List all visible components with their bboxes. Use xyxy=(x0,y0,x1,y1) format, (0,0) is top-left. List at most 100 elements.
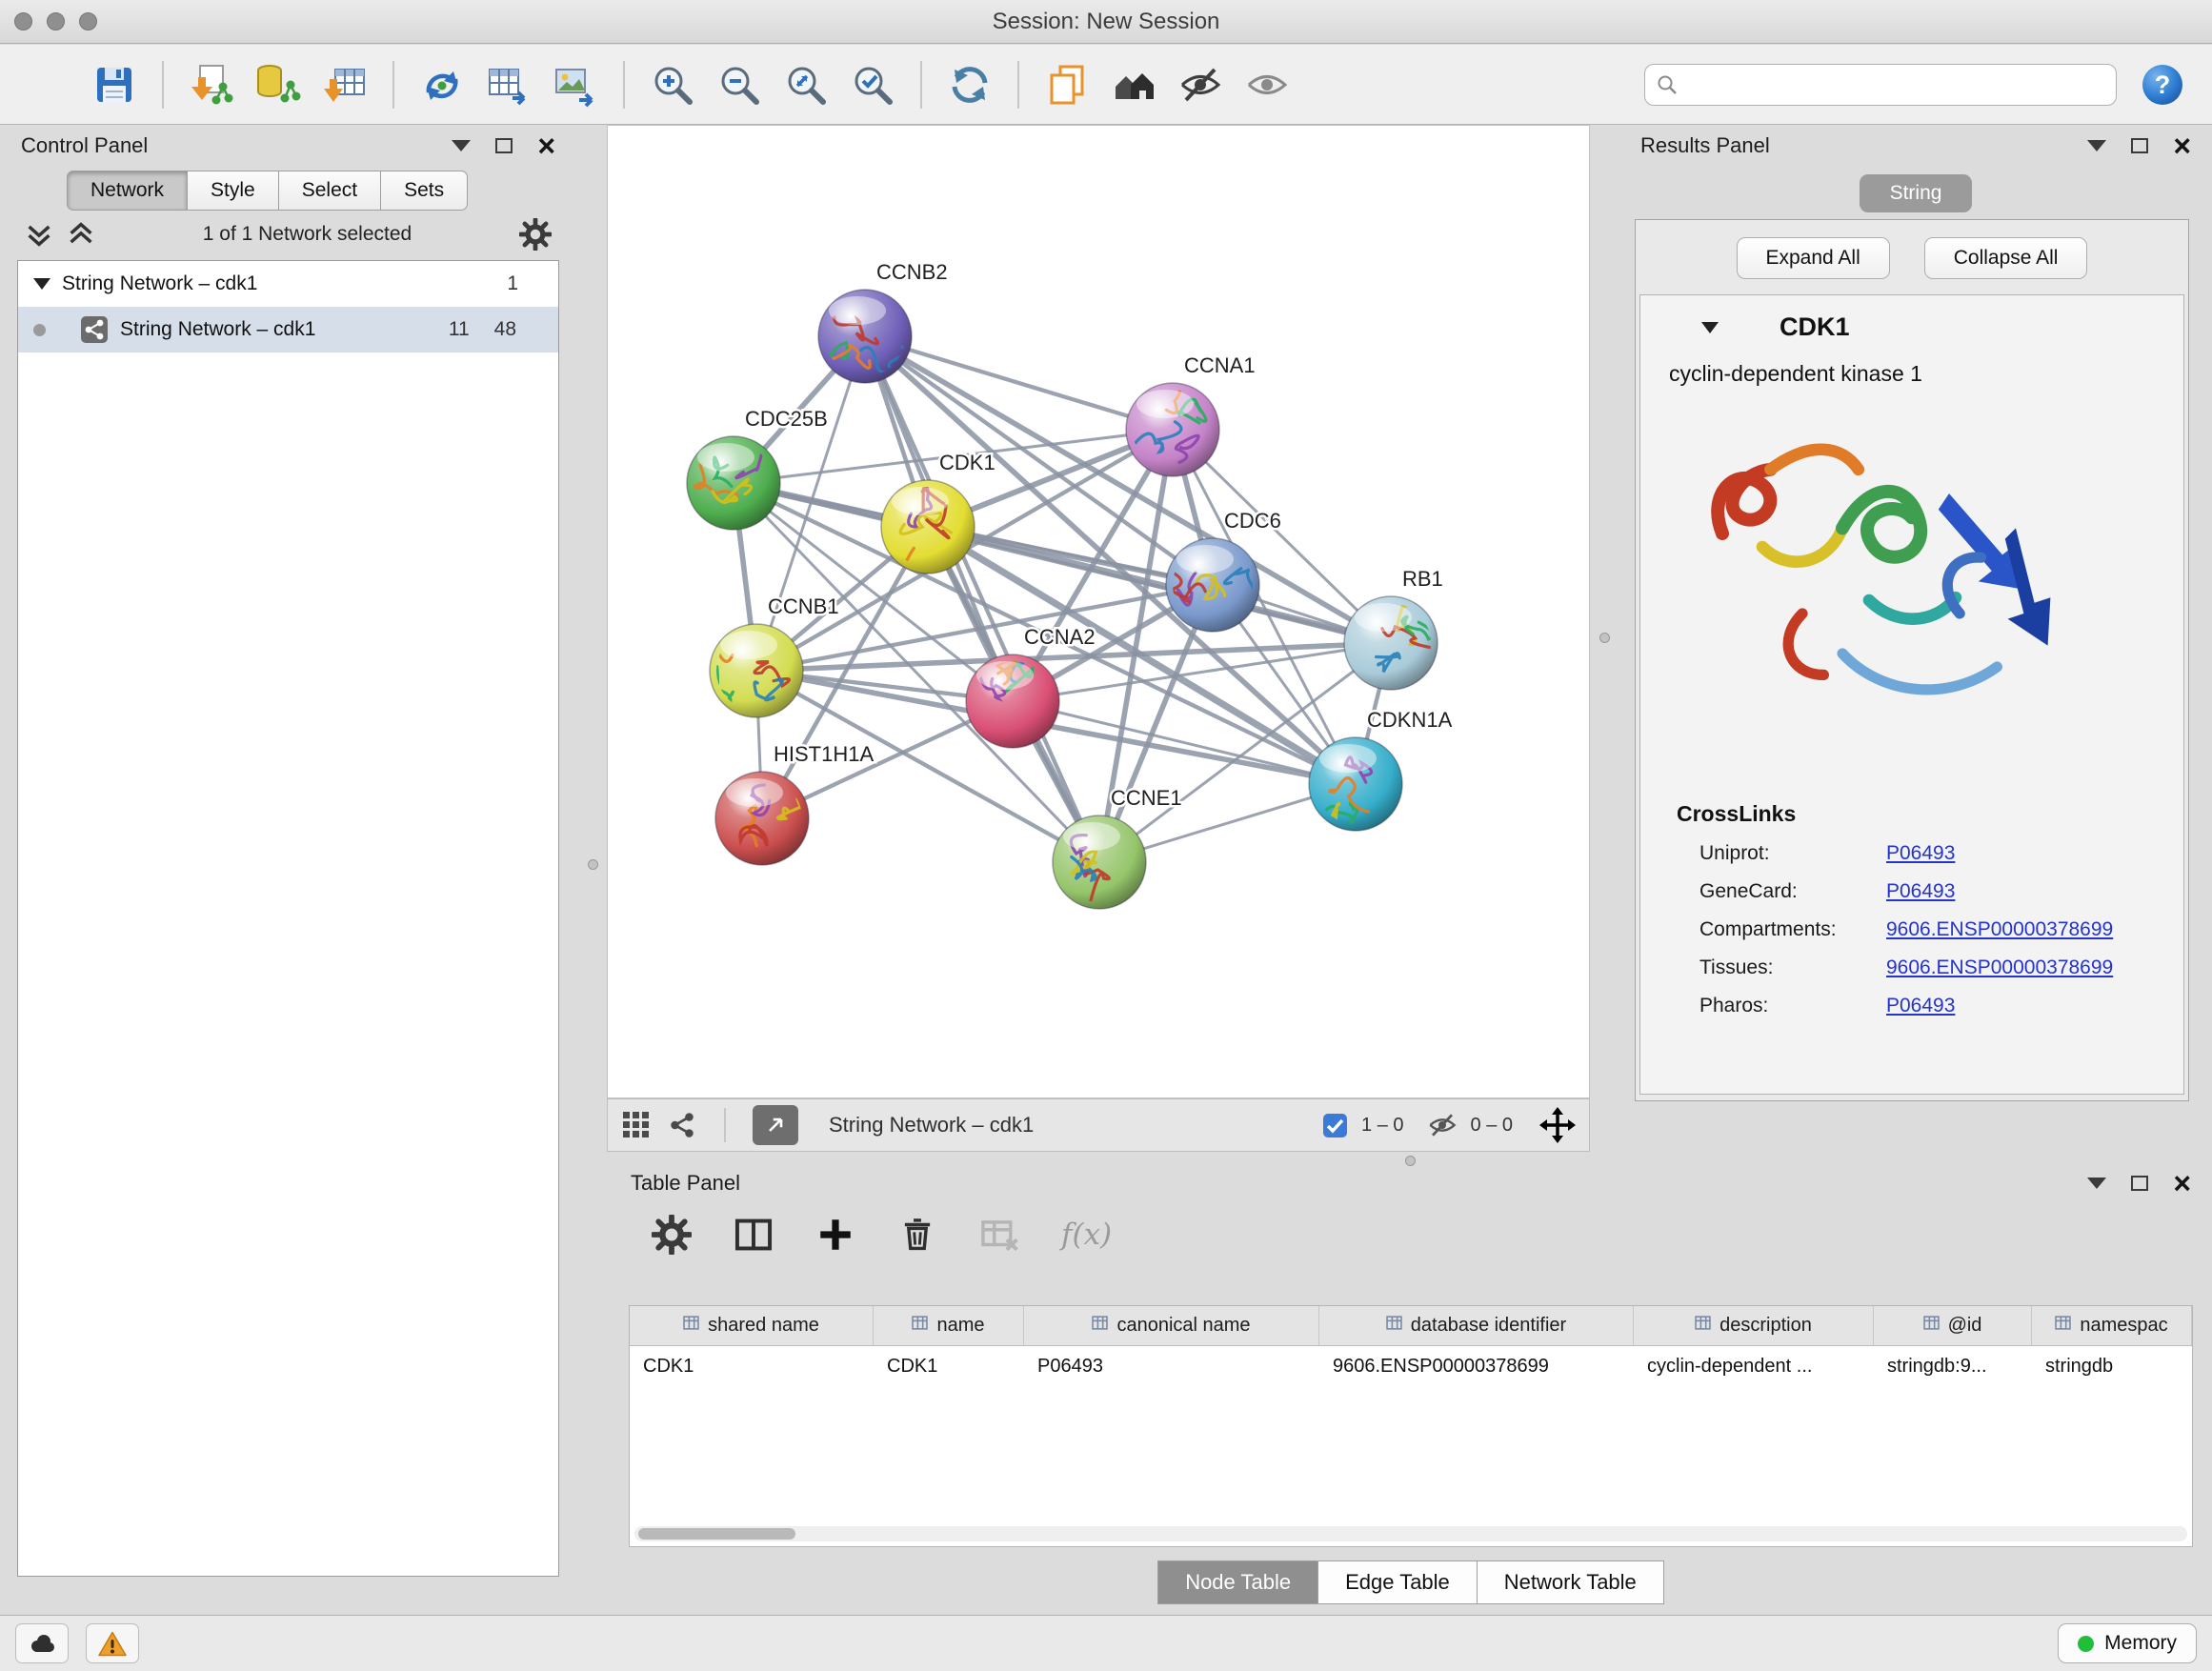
edge-CCNB2-CCNA1[interactable] xyxy=(865,336,1173,430)
horizontal-scrollbar[interactable] xyxy=(634,1526,2187,1541)
selected-checkbox-icon[interactable] xyxy=(1322,1113,1348,1138)
panel-menu-icon[interactable] xyxy=(2087,140,2106,151)
collapse-section-icon[interactable] xyxy=(1701,322,1719,333)
node-CCNB1[interactable]: CCNB1 xyxy=(691,594,839,717)
edge-CCNB2-CCNE1[interactable] xyxy=(865,336,1099,862)
open-in-window-button[interactable] xyxy=(753,1105,798,1145)
node-HIST1H1A[interactable]: HIST1H1A xyxy=(715,742,874,865)
new-network-from-table-button[interactable] xyxy=(478,54,539,115)
warnings-button[interactable] xyxy=(86,1623,139,1663)
table-cell[interactable]: CDK1 xyxy=(874,1356,1024,1378)
clone-network-button[interactable] xyxy=(412,54,473,115)
network-canvas[interactable]: CCNB2CCNA1CDC25BCDK1CDC6RB1CCNB1CCNA2CDK… xyxy=(607,125,1590,1098)
table-cell[interactable]: cyclin-dependent ... xyxy=(1634,1356,1874,1378)
tab-network-table[interactable]: Network Table xyxy=(1478,1560,1664,1604)
splitter-handle[interactable] xyxy=(1599,633,1610,643)
table-cell[interactable]: P06493 xyxy=(1024,1356,1319,1378)
table-panel: Table Panel × f(x) shared namenamecanoni… xyxy=(619,1162,2202,1612)
crosslink-link[interactable]: 9606.ENSP00000378699 xyxy=(1886,918,2183,941)
grid-view-icon[interactable] xyxy=(621,1110,652,1140)
column-header-shared-name[interactable]: shared name xyxy=(630,1306,874,1345)
show-all-button[interactable] xyxy=(1237,54,1297,115)
import-table-from-file-button[interactable] xyxy=(314,54,375,115)
refresh-icon xyxy=(947,62,993,108)
tab-node-table[interactable]: Node Table xyxy=(1157,1560,1318,1604)
copy-documents-button[interactable] xyxy=(1036,54,1097,115)
column-header-namespac[interactable]: namespac xyxy=(2032,1306,2192,1345)
float-panel-icon[interactable] xyxy=(495,138,513,153)
add-column-icon[interactable] xyxy=(815,1215,855,1255)
memory-button[interactable]: Memory xyxy=(2058,1623,2197,1663)
help-button[interactable]: ? xyxy=(2140,62,2185,108)
node-RB1[interactable]: RB1 xyxy=(1344,567,1446,690)
zoom-fit-button[interactable] xyxy=(775,54,836,115)
collapse-all-button[interactable]: Collapse All xyxy=(1924,237,2088,279)
column-header-canonical-name[interactable]: canonical name xyxy=(1024,1306,1319,1345)
float-panel-icon[interactable] xyxy=(2131,138,2148,153)
node-CDC25B[interactable]: CDC25B xyxy=(687,407,828,530)
column-header-description[interactable]: description xyxy=(1634,1306,1874,1345)
function-builder-icon[interactable]: f(x) xyxy=(1061,1218,1112,1252)
collapse-collection-icon[interactable] xyxy=(33,278,50,290)
show-columns-icon[interactable] xyxy=(734,1215,774,1255)
column-header-name[interactable]: name xyxy=(874,1306,1024,1345)
crosslink-link[interactable]: P06493 xyxy=(1886,880,2183,903)
crosslink-link[interactable]: P06493 xyxy=(1886,842,2183,865)
export-image-button[interactable] xyxy=(545,54,606,115)
close-panel-icon[interactable]: × xyxy=(2173,131,2191,161)
expand-all-icon[interactable] xyxy=(67,220,95,249)
import-network-from-database-button[interactable] xyxy=(248,54,309,115)
node-CCNB2[interactable]: CCNB2 xyxy=(812,260,948,383)
gear-icon[interactable] xyxy=(652,1215,692,1255)
tab-edge-table[interactable]: Edge Table xyxy=(1318,1560,1478,1604)
table-cell[interactable]: CDK1 xyxy=(630,1356,874,1378)
panel-menu-icon[interactable] xyxy=(452,140,471,151)
network-overview-button[interactable] xyxy=(1103,54,1164,115)
clone-network-icon xyxy=(419,62,465,108)
crosslink-link[interactable]: 9606.ENSP00000378699 xyxy=(1886,956,2183,979)
tab-select[interactable]: Select xyxy=(279,171,381,211)
network-row[interactable]: String Network – cdk1 11 48 xyxy=(18,307,558,352)
table-row[interactable]: CDK1CDK1P064939606.ENSP00000378699cyclin… xyxy=(630,1346,2192,1386)
tab-network[interactable]: Network xyxy=(67,171,188,211)
delete-column-icon[interactable] xyxy=(897,1215,937,1255)
tab-style[interactable]: Style xyxy=(188,171,279,211)
birdseye-view-icon[interactable] xyxy=(667,1110,697,1140)
network-collection-row[interactable]: String Network – cdk1 1 xyxy=(18,261,558,307)
refresh-layout-button[interactable] xyxy=(939,54,1000,115)
node-CCNA1[interactable]: CCNA1 xyxy=(1126,353,1256,476)
tab-string[interactable]: String xyxy=(1860,174,1973,212)
save-icon xyxy=(91,62,137,108)
hide-selected-button[interactable] xyxy=(1170,54,1231,115)
search-input[interactable] xyxy=(1685,73,2104,96)
close-panel-icon[interactable]: × xyxy=(2173,1168,2191,1198)
column-header--id[interactable]: @id xyxy=(1874,1306,2032,1345)
search-box[interactable] xyxy=(1644,64,2117,106)
table-cell[interactable]: 9606.ENSP00000378699 xyxy=(1319,1356,1634,1378)
column-header-database-identifier[interactable]: database identifier xyxy=(1319,1306,1634,1345)
collapse-all-icon[interactable] xyxy=(25,220,53,249)
crosslink-label: Pharos: xyxy=(1699,995,1886,1017)
splitter-handle[interactable] xyxy=(588,859,598,870)
close-panel-icon[interactable]: × xyxy=(537,131,555,161)
gear-icon[interactable] xyxy=(519,218,552,251)
import-network-from-file-button[interactable] xyxy=(181,54,242,115)
crosslink-link[interactable]: P06493 xyxy=(1886,995,2183,1017)
table-cell[interactable]: stringdb xyxy=(2032,1356,2192,1378)
zoom-out-button[interactable] xyxy=(709,54,770,115)
node-CDKN1A[interactable]: CDKN1A xyxy=(1309,708,1453,833)
zoom-in-button[interactable] xyxy=(642,54,703,115)
expand-all-button[interactable]: Expand All xyxy=(1737,237,1890,279)
open-session-button[interactable] xyxy=(17,54,78,115)
float-panel-icon[interactable] xyxy=(2131,1176,2148,1191)
zoom-selected-button[interactable] xyxy=(842,54,903,115)
column-icon xyxy=(1695,1315,1711,1337)
scrollbar-thumb[interactable] xyxy=(638,1528,795,1540)
cloud-status-button[interactable] xyxy=(15,1623,69,1663)
pan-tool-icon[interactable] xyxy=(1539,1107,1576,1143)
panel-menu-icon[interactable] xyxy=(2087,1178,2106,1189)
table-cell[interactable]: stringdb:9... xyxy=(1874,1356,2032,1378)
tab-sets[interactable]: Sets xyxy=(381,171,468,211)
save-session-button[interactable] xyxy=(84,54,145,115)
hidden-eye-icon[interactable] xyxy=(1427,1110,1458,1140)
